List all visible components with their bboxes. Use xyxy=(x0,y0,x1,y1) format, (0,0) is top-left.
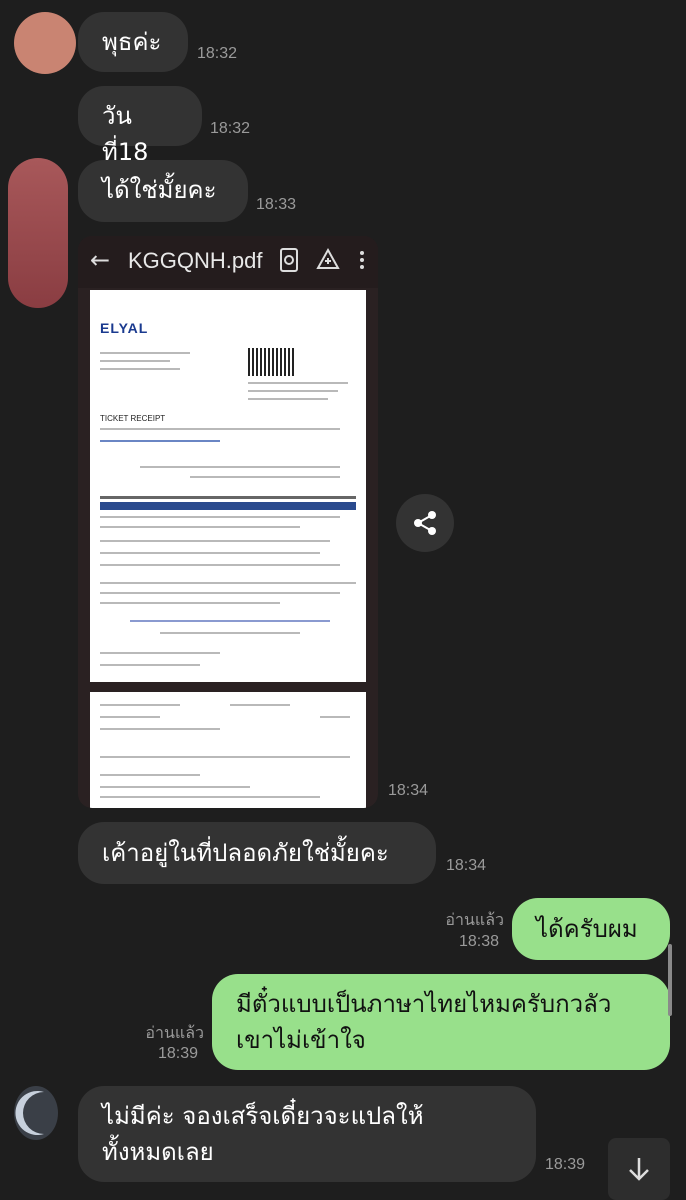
message-time: 18:32 xyxy=(210,120,251,137)
read-receipt: อ่านแล้ว xyxy=(445,912,504,929)
pdf-toolbar: ← KGGQNH.pdf xyxy=(78,236,378,288)
incoming-message[interactable]: ได้ใช่มั้ยคะ xyxy=(78,160,248,222)
message-text-line: ไม่มีค่ะ จองเสร็จเดี๋ยวจะแปลให้ xyxy=(102,1102,424,1130)
scrollbar[interactable] xyxy=(668,944,672,1016)
outgoing-message[interactable]: ได้ครับผม xyxy=(512,898,670,960)
share-icon xyxy=(414,511,436,535)
message-time: 18:39 xyxy=(158,1045,199,1062)
contact-avatar-large[interactable] xyxy=(8,158,68,308)
message-text: วันที่18 xyxy=(102,102,149,166)
incoming-message[interactable]: พุธค่ะ xyxy=(78,12,188,72)
message-time: 18:32 xyxy=(197,45,238,62)
message-time: 18:38 xyxy=(459,933,500,950)
document-search-icon xyxy=(280,248,298,272)
incoming-message[interactable]: วันที่18 xyxy=(78,86,202,166)
pdf-screenshot-message[interactable]: ← KGGQNH.pdf ELYAL TICKET RECEIPT xyxy=(78,236,378,808)
moon-icon xyxy=(15,1091,44,1135)
more-options-icon xyxy=(360,251,364,269)
back-arrow-icon: ← xyxy=(90,246,111,274)
airline-logo: ELYAL xyxy=(100,320,149,336)
barcode xyxy=(248,348,296,376)
pdf-page xyxy=(90,692,366,808)
contact-avatar[interactable] xyxy=(14,12,76,74)
read-receipt: อ่านแล้ว xyxy=(145,1025,204,1042)
message-text: เค้าอยู่ในที่ปลอดภัยใช่มั้ยคะ xyxy=(102,839,389,867)
message-text: ได้ครับผม xyxy=(536,915,638,943)
share-button[interactable] xyxy=(396,494,454,552)
message-time: 18:34 xyxy=(388,782,429,799)
receipt-title: TICKET RECEIPT xyxy=(100,414,166,423)
message-text: ได้ใช่มั้ยคะ xyxy=(102,176,217,204)
message-text-line: มีตั๋วแบบเป็นภาษาไทยไหมครับกวลัว xyxy=(236,990,612,1018)
pdf-page: ELYAL TICKET RECEIPT xyxy=(90,290,366,682)
incoming-message[interactable]: เค้าอยู่ในที่ปลอดภัยใช่มั้ยคะ xyxy=(78,822,436,884)
outgoing-message[interactable]: มีตั๋วแบบเป็นภาษาไทยไหมครับกวลัว เขาไม่เ… xyxy=(212,974,670,1070)
message-time: 18:39 xyxy=(545,1156,586,1173)
message-text-line: ทั้งหมดเลย xyxy=(102,1138,214,1166)
message-time: 18:33 xyxy=(256,196,297,213)
pdf-filename: KGGQNH.pdf xyxy=(128,248,263,273)
incoming-message[interactable]: ไม่มีค่ะ จองเสร็จเดี๋ยวจะแปลให้ ทั้งหมดเ… xyxy=(78,1086,536,1182)
contact-avatar[interactable] xyxy=(14,1086,58,1140)
drive-icon xyxy=(316,247,340,269)
scroll-to-bottom-button[interactable] xyxy=(608,1138,670,1200)
arrow-down-icon xyxy=(629,1158,649,1181)
message-text-line: เขาไม่เข้าใจ xyxy=(236,1026,366,1054)
message-text: พุธค่ะ xyxy=(102,28,162,56)
message-time: 18:34 xyxy=(446,857,487,874)
